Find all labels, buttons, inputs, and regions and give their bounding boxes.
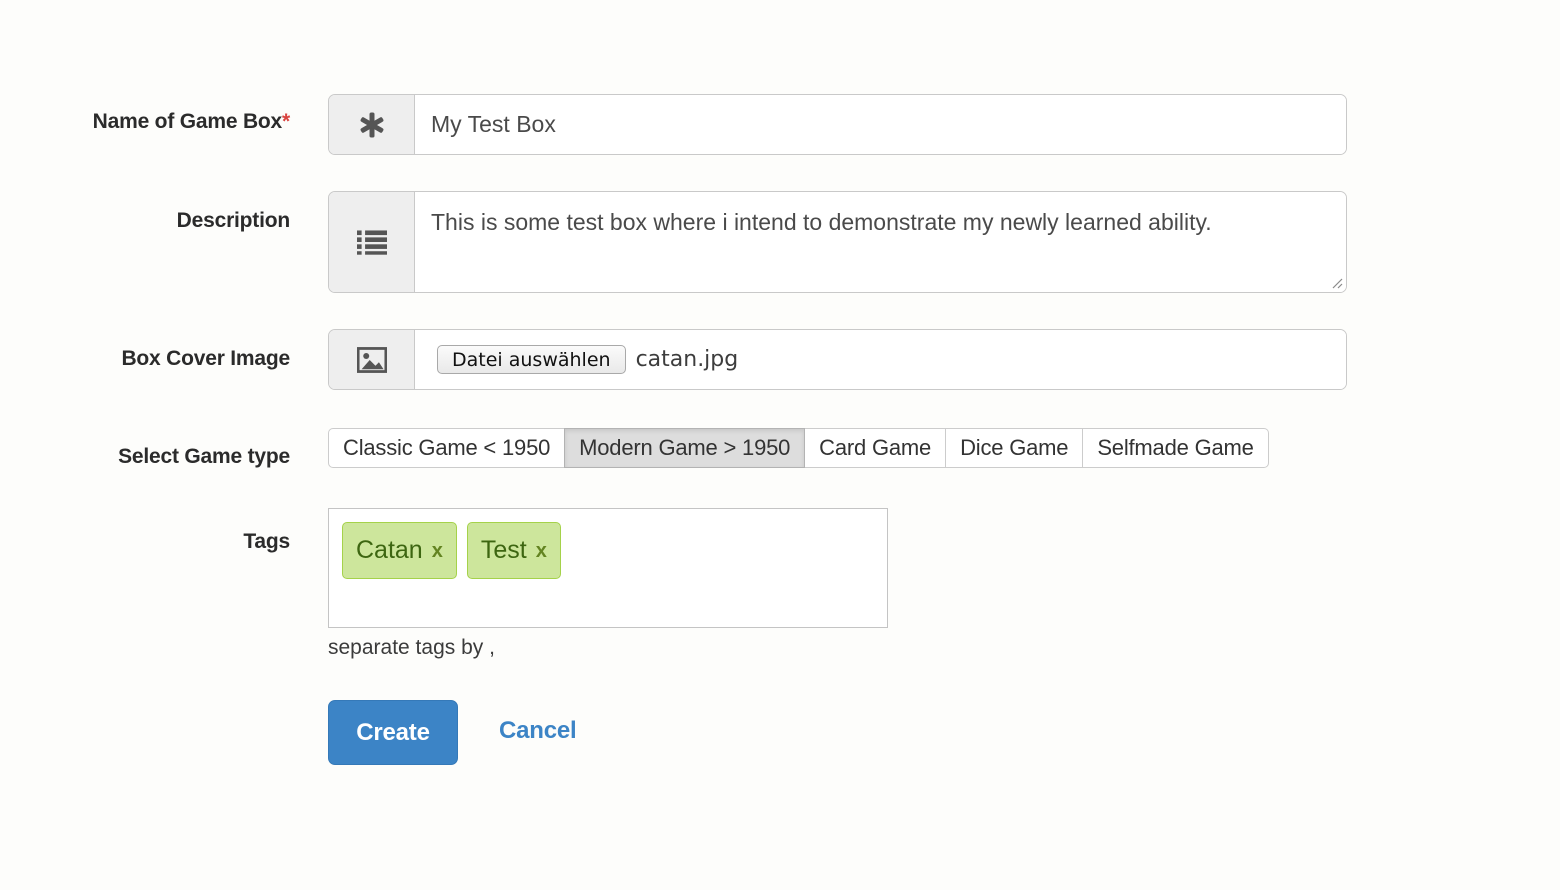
tags-input[interactable]: Catan x Test x xyxy=(328,508,888,628)
description-input-group: This is some test box where i intend to … xyxy=(328,191,1347,293)
game-type-button-group: Classic Game < 1950 Modern Game > 1950 C… xyxy=(328,428,1269,468)
name-input-value: My Test Box xyxy=(431,111,556,138)
tags-help-text: separate tags by , xyxy=(328,636,495,660)
description-textarea[interactable]: This is some test box where i intend to … xyxy=(415,192,1346,292)
cover-image-input-group: Datei auswählen catan.jpg xyxy=(328,329,1347,390)
game-type-option-modern[interactable]: Modern Game > 1950 xyxy=(564,428,805,468)
label-name-text: Name of Game Box xyxy=(93,110,282,133)
game-type-option-card[interactable]: Card Game xyxy=(805,428,946,468)
create-button[interactable]: Create xyxy=(328,700,458,765)
required-asterisk: * xyxy=(282,110,290,133)
tag-remove-icon[interactable]: x xyxy=(536,541,547,561)
name-input-group: My Test Box xyxy=(328,94,1347,155)
list-icon xyxy=(329,192,415,292)
description-textarea-value: This is some test box where i intend to … xyxy=(431,209,1212,235)
label-select-game-type: Select Game type xyxy=(0,445,290,469)
tag-remove-icon[interactable]: x xyxy=(432,541,443,561)
label-box-cover-image: Box Cover Image xyxy=(0,347,290,371)
cover-image-file-input[interactable]: Datei auswählen catan.jpg xyxy=(415,330,1346,389)
tag-label: Catan xyxy=(356,536,423,565)
tag-item[interactable]: Test x xyxy=(467,522,561,579)
cancel-link[interactable]: Cancel xyxy=(499,717,577,745)
label-description: Description xyxy=(0,209,290,233)
image-icon xyxy=(329,330,415,389)
name-input[interactable]: My Test Box xyxy=(415,95,1346,154)
game-type-option-classic[interactable]: Classic Game < 1950 xyxy=(328,428,565,468)
selected-file-name: catan.jpg xyxy=(636,347,739,372)
tag-label: Test xyxy=(481,536,527,565)
resize-handle-icon[interactable] xyxy=(1329,275,1343,289)
choose-file-button[interactable]: Datei auswählen xyxy=(437,345,626,374)
asterisk-icon xyxy=(329,95,415,154)
game-box-form: Name of Game Box* My Test Box Descriptio… xyxy=(0,0,1560,890)
label-name-of-game-box: Name of Game Box* xyxy=(0,110,290,134)
game-type-option-selfmade[interactable]: Selfmade Game xyxy=(1083,428,1268,468)
game-type-option-dice[interactable]: Dice Game xyxy=(946,428,1083,468)
label-tags: Tags xyxy=(0,530,290,554)
tag-item[interactable]: Catan x xyxy=(342,522,457,579)
